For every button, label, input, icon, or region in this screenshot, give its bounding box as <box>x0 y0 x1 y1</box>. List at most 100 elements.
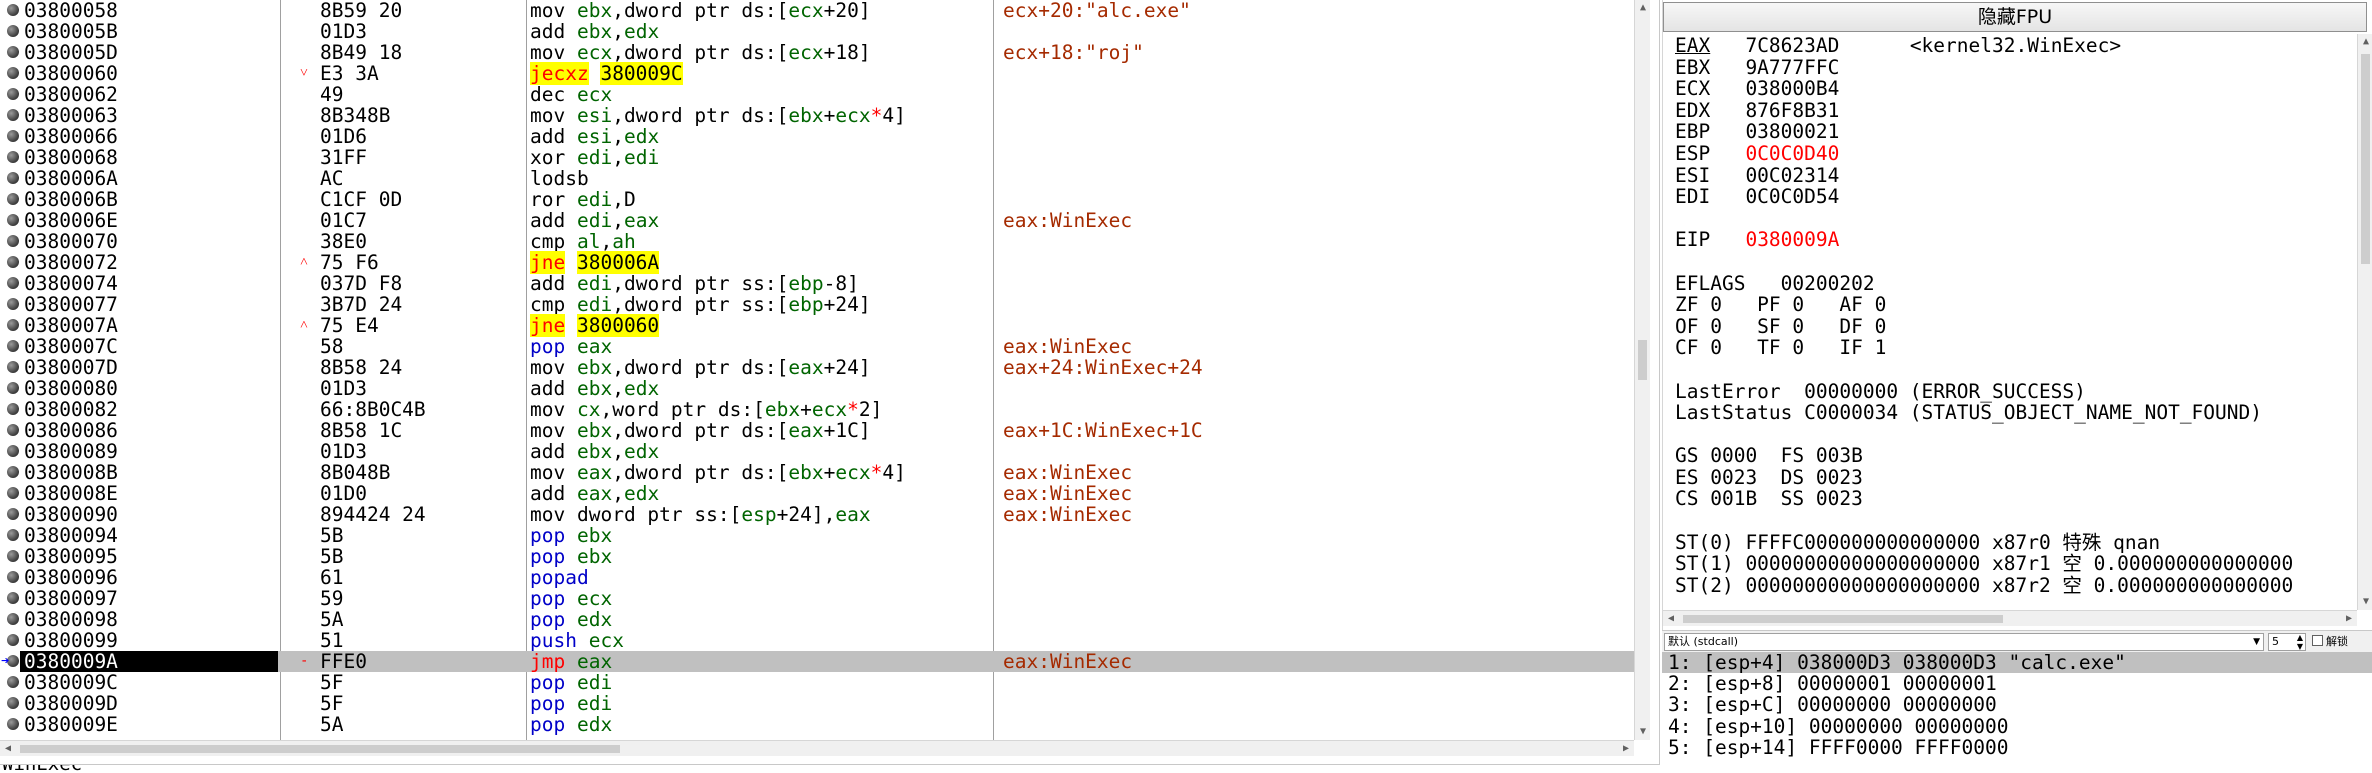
register-line[interactable]: ESP 0C0C0D40 <box>1675 143 2360 165</box>
disasm-row[interactable]: 03800080 01D3 add ebx,edx <box>20 378 1640 399</box>
disasm-row[interactable]: 0380009D 5F pop edi <box>20 693 1640 714</box>
register-line[interactable] <box>1675 359 2360 381</box>
argument-count-spinner[interactable]: 5 ▲ ▼ <box>2268 633 2306 651</box>
calling-convention-select[interactable]: 默认 (stdcall) ▼ <box>1664 633 2264 651</box>
breakpoint-dot-icon[interactable] <box>7 466 19 478</box>
disasm-row[interactable]: 0380007C 58 pop eax eax:WinExec <box>20 336 1640 357</box>
disasm-row[interactable]: 03800090 894424 24 mov dword ptr ss:[esp+2… <box>20 504 1640 525</box>
breakpoint-dot-icon[interactable] <box>7 319 19 331</box>
disasm-row[interactable]: 0380006E 01C7 add edi,eax eax:WinExec <box>20 210 1640 231</box>
register-line[interactable]: LastStatus C0000034 (STATUS_OBJECT_NAME_… <box>1675 402 2360 424</box>
register-line[interactable]: EBX 9A777FFC <box>1675 56 2360 79</box>
register-line[interactable]: EIP 0380009A <box>1675 229 2360 251</box>
breakpoint-dot-icon[interactable] <box>7 718 19 730</box>
breakpoint-dot-icon[interactable] <box>7 634 19 646</box>
breakpoint-dot-icon[interactable] <box>7 382 19 394</box>
breakpoint-dot-icon[interactable] <box>7 88 19 100</box>
disasm-row[interactable]: 03800074 037D F8 add edi,dword ptr ss:[ebp… <box>20 273 1640 294</box>
disasm-row[interactable]: 0380009A - FFE0 jmp eax eax:WinExec <box>20 651 1640 672</box>
register-line[interactable] <box>1675 510 2360 532</box>
scroll-up-arrow-icon[interactable]: ▲ <box>2358 34 2372 50</box>
disasm-row[interactable]: 03800089 01D3 add ebx,edx <box>20 441 1640 462</box>
disasm-row[interactable]: 03800066 01D6 add esi,edx <box>20 126 1640 147</box>
breakpoint-dot-icon[interactable] <box>7 172 19 184</box>
breakpoint-dot-icon[interactable] <box>7 67 19 79</box>
register-line[interactable] <box>1675 208 2360 230</box>
hide-fpu-button[interactable]: 隐藏FPU <box>1663 2 2367 32</box>
disasm-row[interactable]: 03800097 59 pop ecx <box>20 588 1640 609</box>
register-line[interactable]: GS 0000 FS 003B <box>1675 445 2360 467</box>
register-line[interactable]: ST(0) FFFFC000000000000000 x87r0 特殊 qnan <box>1675 531 2360 554</box>
breakpoint-dot-icon[interactable] <box>7 130 19 142</box>
breakpoint-dot-icon[interactable] <box>7 4 19 16</box>
disasm-row[interactable]: 0380005D 8B49 18 mov ecx,dword ptr ds:[ecx… <box>20 42 1640 63</box>
breakpoint-dot-icon[interactable] <box>7 25 19 37</box>
register-line[interactable]: CF 0 TF 0 IF 1 <box>1675 337 2360 359</box>
register-line[interactable]: LastError 00000000 (ERROR_SUCCESS) <box>1675 380 2360 403</box>
disasm-row[interactable]: 0380007A ˄ 75 E4 jne 3800060 <box>20 314 1640 337</box>
scroll-thumb[interactable] <box>1638 340 1647 380</box>
scroll-thumb[interactable] <box>20 745 620 753</box>
stack-arg-row[interactable]: 3: [esp+C] 00000000 00000000 <box>1662 694 2372 715</box>
breakpoint-dot-icon[interactable] <box>7 193 19 205</box>
register-line[interactable]: EDI 0C0C0D54 <box>1675 186 2360 208</box>
disasm-row[interactable]: 03800060 ˅ E3 3A jecxz 380009C <box>20 62 1640 85</box>
breakpoint-gutter[interactable]: ➔ <box>0 0 20 740</box>
breakpoint-dot-icon[interactable] <box>7 592 19 604</box>
stack-arg-row[interactable]: 4: [esp+10] 00000000 00000000 <box>1662 715 2372 736</box>
registers-pane[interactable]: 隐藏FPU EAX 7C8623AD <kernel32.WinExec> EBX… <box>1662 0 2372 630</box>
breakpoint-dot-icon[interactable] <box>7 697 19 709</box>
breakpoint-dot-icon[interactable] <box>7 676 19 688</box>
disasm-horizontal-scrollbar[interactable]: ◀ ▶ <box>0 740 1634 756</box>
breakpoint-dot-icon[interactable] <box>7 487 19 499</box>
scroll-up-arrow-icon[interactable]: ▲ <box>1635 0 1651 16</box>
breakpoint-dot-icon[interactable] <box>7 613 19 625</box>
registers-vertical-scrollbar[interactable]: ▲ ▼ <box>2357 34 2372 610</box>
stack-arg-row[interactable]: 5: [esp+14] FFFF0000 FFFF0000 <box>1662 737 2372 758</box>
scroll-down-arrow-icon[interactable]: ▼ <box>2358 594 2372 610</box>
register-line[interactable]: ECX 038000B4 <box>1675 78 2360 100</box>
disasm-row[interactable]: 0380009E 5A pop edx <box>20 714 1640 735</box>
register-line[interactable]: EFLAGS 00200202 <box>1675 272 2360 295</box>
disasm-row[interactable]: 0380007D 8B58 24 mov ebx,dword ptr ds:[eax… <box>20 357 1640 378</box>
disasm-row[interactable]: 03800070 38E0 cmp al,ah <box>20 231 1640 252</box>
scroll-thumb[interactable] <box>2361 54 2370 264</box>
disasm-row[interactable]: 03800082 66:8B0C4B mov cx,word ptr ds:[ebx… <box>20 399 1640 420</box>
register-line[interactable]: EDX 876F8B31 <box>1675 99 2360 122</box>
disasm-row[interactable]: 03800086 8B58 1C mov ebx,dword ptr ds:[eax… <box>20 420 1640 441</box>
register-line[interactable]: ST(2) 00000000000000000000 x87r2 空 0.000… <box>1675 575 2360 597</box>
breakpoint-dot-icon[interactable] <box>7 235 19 247</box>
scroll-right-arrow-icon[interactable]: ▶ <box>1618 741 1634 757</box>
disasm-row[interactable]: 0380009C 5F pop edi <box>20 672 1640 693</box>
disasm-row[interactable]: 03800062 49 dec ecx <box>20 84 1640 105</box>
call-stack-args-pane[interactable]: 1: [esp+4] 038000D3 038000D3 "calc.exe" 2… <box>1662 652 2372 773</box>
breakpoint-dot-icon[interactable] <box>7 109 19 121</box>
breakpoint-dot-icon[interactable] <box>7 571 19 583</box>
disasm-row[interactable]: 03800095 5B pop ebx <box>20 546 1640 567</box>
scroll-thumb[interactable] <box>1683 615 2003 623</box>
disasm-row[interactable]: 0380006A AC lodsb <box>20 168 1640 189</box>
register-line[interactable]: CS 001B SS 0023 <box>1675 488 2360 510</box>
disasm-row[interactable]: 0380006B C1CF 0D ror edi,D <box>20 189 1640 210</box>
breakpoint-dot-icon[interactable] <box>7 340 19 352</box>
breakpoint-dot-icon[interactable] <box>7 424 19 436</box>
disasm-row[interactable]: 03800096 61 popad <box>20 567 1640 588</box>
stack-arg-row[interactable]: 2: [esp+8] 00000001 00000001 <box>1662 673 2372 694</box>
scroll-down-arrow-icon[interactable]: ▼ <box>1635 724 1651 740</box>
register-line[interactable]: EBP 03800021 <box>1675 121 2360 143</box>
register-line[interactable]: EAX 7C8623AD <kernel32.WinExec> <box>1675 35 2360 57</box>
register-line[interactable]: ES 0023 DS 0023 <box>1675 467 2360 489</box>
register-line[interactable]: ST(1) 00000000000000000000 x87r1 空 0.000… <box>1675 553 2360 575</box>
breakpoint-dot-icon[interactable] <box>7 508 19 520</box>
scroll-right-arrow-icon[interactable]: ▶ <box>2341 611 2357 627</box>
disasm-row[interactable]: 03800098 5A pop edx <box>20 609 1640 630</box>
disasm-row[interactable]: 03800063 8B348B mov esi,dword ptr ds:[ebx+… <box>20 105 1640 126</box>
breakpoint-dot-icon[interactable] <box>7 214 19 226</box>
breakpoint-dot-icon[interactable] <box>7 46 19 58</box>
scroll-left-arrow-icon[interactable]: ◀ <box>0 741 16 757</box>
register-line[interactable]: ESI 00C02314 <box>1675 164 2360 187</box>
disasm-row[interactable]: 0380005B 01D3 add ebx,edx <box>20 21 1640 42</box>
breakpoint-dot-icon[interactable] <box>7 277 19 289</box>
register-line[interactable] <box>1675 424 2360 446</box>
registers-horizontal-scrollbar[interactable]: ◀ ▶ <box>1663 610 2357 626</box>
